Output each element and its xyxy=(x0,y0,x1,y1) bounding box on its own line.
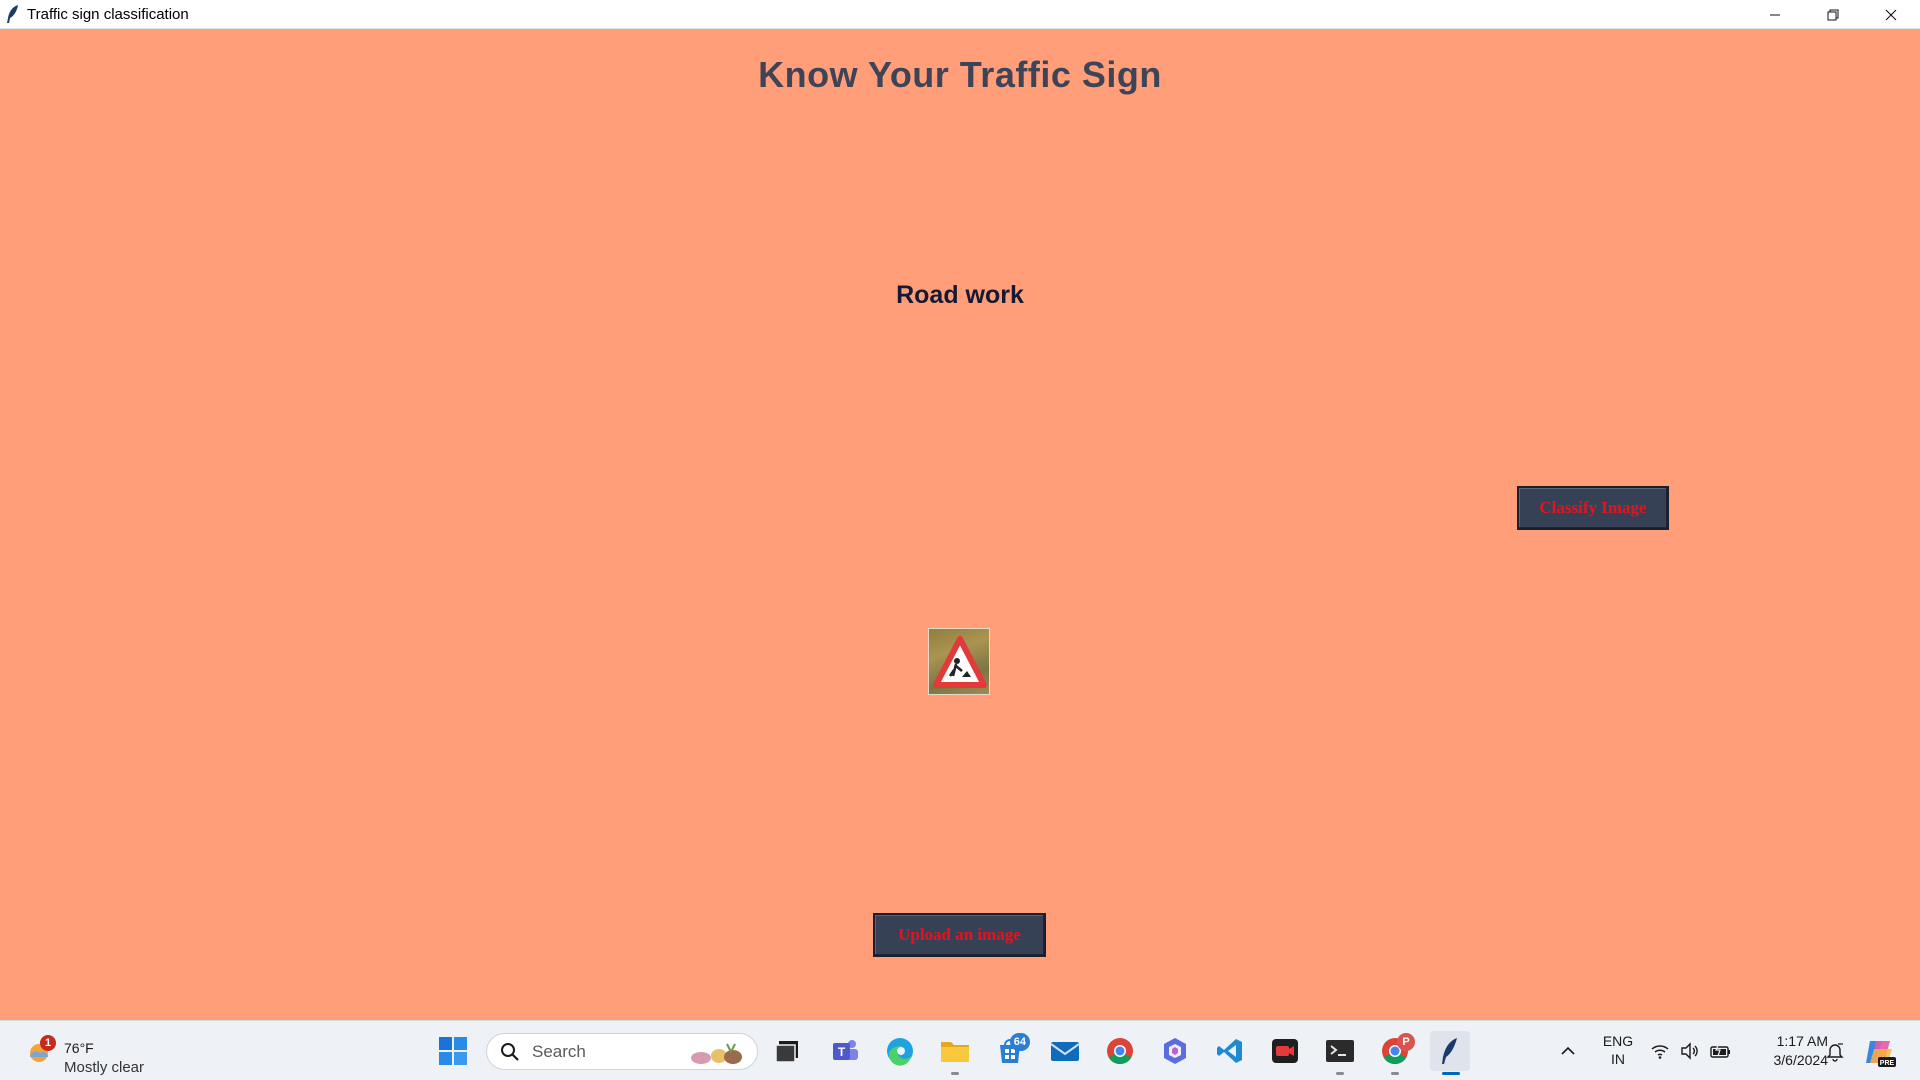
teams-icon[interactable]: T xyxy=(825,1031,865,1071)
road-work-sign-image xyxy=(928,628,990,695)
vscode-icon[interactable] xyxy=(1210,1031,1250,1071)
svg-text:PRE: PRE xyxy=(1880,1060,1895,1067)
notification-bell-icon[interactable] xyxy=(1824,1040,1846,1062)
terminal-icon[interactable] xyxy=(1320,1031,1360,1075)
upload-image-button[interactable]: Upload an image xyxy=(873,913,1046,957)
classification-result: Road work xyxy=(896,281,1024,309)
minimize-icon[interactable] xyxy=(1746,0,1804,29)
camera-app-icon[interactable] xyxy=(1265,1031,1305,1071)
taskbar-search[interactable]: Search xyxy=(486,1033,758,1070)
store-icon[interactable]: 64 xyxy=(990,1031,1030,1071)
mail-icon[interactable] xyxy=(1045,1031,1085,1071)
restore-icon[interactable] xyxy=(1804,0,1862,29)
active-indicator xyxy=(1442,1072,1460,1075)
chevron-up-icon[interactable] xyxy=(1556,1041,1580,1061)
feather-icon[interactable] xyxy=(1430,1031,1470,1075)
task-view-icon[interactable] xyxy=(767,1031,807,1071)
weather-badge: 1 xyxy=(40,1035,56,1051)
running-indicator xyxy=(951,1072,959,1075)
store-badge: 64 xyxy=(1009,1033,1030,1051)
copilot-icon[interactable]: PRE xyxy=(1862,1035,1896,1069)
system-clock[interactable]: 1:17 AM 3/6/2024 xyxy=(1748,1032,1829,1070)
page-title: Know Your Traffic Sign xyxy=(758,54,1162,95)
language-region: IN xyxy=(1611,1051,1625,1067)
running-indicator xyxy=(1391,1072,1399,1075)
volume-icon[interactable] xyxy=(1680,1041,1700,1061)
weather-widget[interactable]: 1 76°F Mostly clear xyxy=(22,1029,162,1076)
close-icon[interactable] xyxy=(1862,0,1920,29)
chrome-profile-badge: P xyxy=(1397,1033,1415,1051)
app-canvas: Know Your Traffic Sign Road work Classif… xyxy=(0,29,1920,1020)
language-code: ENG xyxy=(1602,1033,1634,1049)
window-titlebar: Traffic sign classification xyxy=(0,0,1920,29)
search-highlight-icon xyxy=(687,1038,749,1066)
battery-icon[interactable] xyxy=(1710,1041,1730,1061)
search-placeholder: Search xyxy=(532,1041,586,1061)
feather-icon xyxy=(3,0,23,29)
wifi-icon[interactable] xyxy=(1650,1041,1670,1061)
clock-date: 3/6/2024 xyxy=(1773,1052,1829,1068)
window-title: Traffic sign classification xyxy=(27,5,189,23)
language-indicator[interactable]: ENG IN xyxy=(1596,1032,1640,1068)
svg-text:T: T xyxy=(838,1045,846,1059)
weather-condition: Mostly clear xyxy=(64,1059,145,1076)
weather-temp: 76°F xyxy=(64,1040,94,1056)
classify-image-button[interactable]: Classify Image xyxy=(1517,486,1669,530)
search-icon xyxy=(500,1042,520,1062)
edge-icon[interactable] xyxy=(880,1031,920,1071)
chrome-icon[interactable] xyxy=(1100,1031,1140,1071)
hexagon-app-icon[interactable] xyxy=(1155,1031,1195,1071)
running-indicator xyxy=(1336,1072,1344,1075)
chrome-profile-icon[interactable]: P xyxy=(1375,1031,1415,1075)
taskbar: 1 76°F Mostly clear Search T 64 P ENG IN… xyxy=(0,1020,1920,1080)
folder-icon[interactable] xyxy=(935,1031,975,1075)
windows-start-icon[interactable] xyxy=(433,1031,473,1071)
clock-time: 1:17 AM xyxy=(1776,1033,1828,1049)
